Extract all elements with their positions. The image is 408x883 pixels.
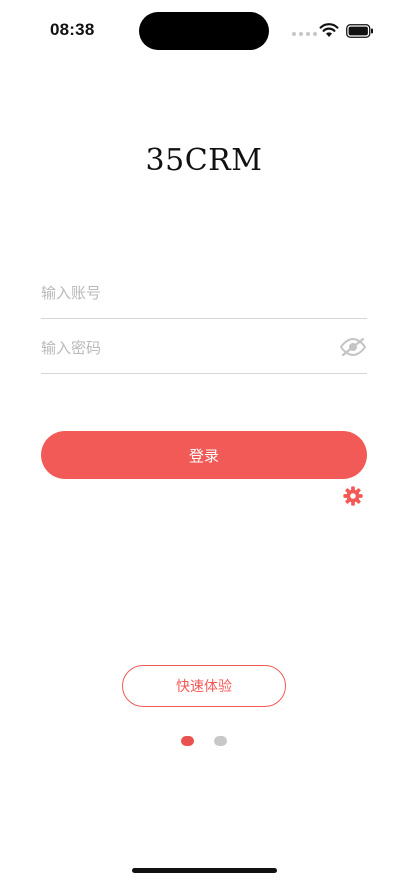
- login-button-label: 登录: [188, 446, 219, 465]
- page-dot-2[interactable]: [214, 736, 227, 746]
- home-indicator[interactable]: [132, 868, 277, 873]
- quick-experience-button[interactable]: 快速体验: [122, 665, 286, 707]
- account-field-container: [41, 278, 367, 319]
- app-logo: 35CRM: [145, 143, 263, 178]
- eye-slash-icon[interactable]: [339, 337, 367, 357]
- dynamic-island: [139, 12, 269, 50]
- battery-icon: [346, 24, 373, 38]
- quick-experience-label: 快速体验: [176, 679, 232, 695]
- account-input[interactable]: [41, 278, 331, 308]
- password-input[interactable]: [41, 333, 331, 363]
- cellular-signal-icon: [292, 32, 317, 36]
- wifi-icon: [319, 23, 339, 37]
- status-time: 08:38: [50, 20, 95, 39]
- login-button[interactable]: 登录: [41, 431, 367, 479]
- gear-icon[interactable]: [342, 485, 364, 507]
- page-indicator: [181, 736, 227, 746]
- page-dot-1[interactable]: [181, 736, 194, 746]
- password-field-container: [41, 333, 367, 374]
